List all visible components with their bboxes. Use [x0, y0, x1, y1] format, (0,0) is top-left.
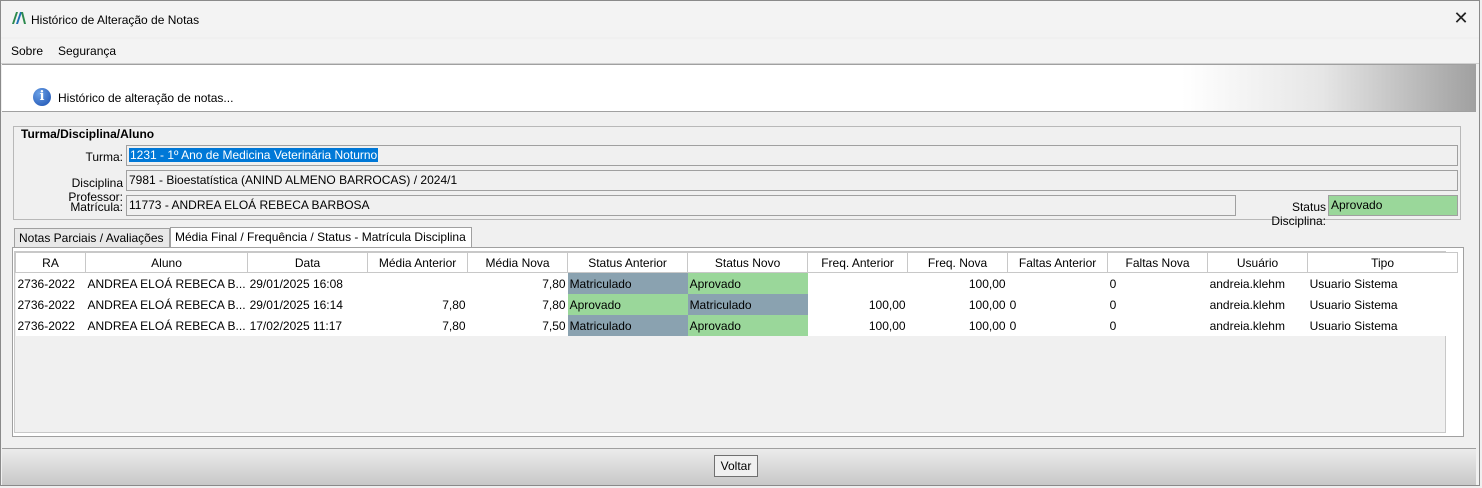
table-header-row: RA Aluno Data Média Anterior Média Nova … — [15, 252, 1459, 273]
cell-freq-nova: 100,00 — [907, 294, 1008, 315]
cell-media-anterior: 7,80 — [367, 294, 468, 315]
cell-media-anterior — [367, 272, 468, 294]
cell-freq-anterior: 100,00 — [807, 294, 908, 315]
disciplina-value: 7981 - Bioestatística (ANIND ALMENO BARR… — [129, 173, 458, 187]
status-disciplina-value: Aprovado — [1331, 198, 1383, 212]
cell-tipo: Usuario Sistema — [1307, 294, 1458, 315]
status-disciplina-label: Status Disciplina: — [1271, 200, 1326, 228]
title-bar: Histórico de Alteração de Notas ✕ — [1, 1, 1479, 37]
col-usuario[interactable]: Usuário — [1207, 252, 1309, 273]
cell-status-anterior: Matriculado — [567, 315, 688, 336]
cell-faltas-anterior: 0 — [1007, 315, 1108, 336]
cell-freq-nova: 100,00 — [907, 315, 1008, 336]
voltar-label: Voltar — [720, 459, 752, 473]
col-ra[interactable]: RA — [15, 252, 86, 273]
cell-usuario: andreia.klehm — [1207, 294, 1308, 315]
disciplina-field[interactable]: 7981 - Bioestatística (ANIND ALMENO BARR… — [126, 170, 1458, 191]
cell-faltas-anterior: 0 — [1007, 294, 1108, 315]
cell-faltas-anterior — [1007, 272, 1108, 294]
cell-media-nova: 7,80 — [467, 294, 568, 315]
cell-tipo: Usuario Sistema — [1307, 272, 1458, 294]
menu-sobre[interactable]: Sobre — [11, 44, 43, 58]
cell-usuario: andreia.klehm — [1207, 272, 1308, 294]
cell-aluno: ANDREA ELOÁ REBECA B... — [85, 272, 248, 294]
col-faltas-anterior[interactable]: Faltas Anterior — [1007, 252, 1109, 273]
cell-status-novo: Matriculado — [687, 294, 808, 315]
header-text: Histórico de alteração de notas... — [58, 91, 234, 105]
tab-notas-parciais[interactable]: Notas Parciais / Avaliações — [14, 228, 170, 247]
menu-bar: Sobre Segurança — [1, 39, 1479, 64]
history-table: RA Aluno Data Média Anterior Média Nova … — [15, 252, 1459, 336]
cell-data: 17/02/2025 11:17 — [247, 315, 368, 336]
col-status-anterior[interactable]: Status Anterior — [567, 252, 689, 273]
cell-faltas-nova: 0 — [1107, 272, 1208, 294]
cell-ra: 2736-2022 — [15, 294, 86, 315]
close-icon[interactable]: ✕ — [1451, 9, 1471, 29]
table-row[interactable]: 2736-2022 ANDREA ELOÁ REBECA B... 29/01/… — [15, 272, 1458, 294]
cell-status-anterior: Matriculado — [567, 272, 688, 294]
window-title: Histórico de Alteração de Notas — [31, 13, 200, 27]
cell-ra: 2736-2022 — [15, 315, 86, 336]
turma-label: Turma: — [85, 150, 123, 164]
cell-data: 29/01/2025 16:14 — [247, 294, 368, 315]
cell-media-nova: 7,80 — [467, 272, 568, 294]
col-media-anterior[interactable]: Média Anterior — [367, 252, 469, 273]
col-tipo[interactable]: Tipo — [1307, 252, 1459, 273]
cell-faltas-nova: 0 — [1107, 315, 1208, 336]
col-aluno[interactable]: Aluno — [84, 252, 249, 273]
voltar-button[interactable]: Voltar — [714, 455, 758, 477]
cell-freq-anterior: 100,00 — [807, 315, 908, 336]
turma-field[interactable]: 1231 - 1º Ano de Medicina Veterinária No… — [126, 145, 1458, 166]
col-media-nova[interactable]: Média Nova — [467, 252, 569, 273]
group-legend: Turma/Disciplina/Aluno — [19, 127, 157, 141]
status-disciplina-field[interactable]: Aprovado — [1328, 195, 1458, 216]
cell-tipo: Usuario Sistema — [1307, 315, 1458, 336]
cell-data: 29/01/2025 16:08 — [247, 272, 368, 294]
matricula-label: Matrícula: — [70, 200, 123, 214]
cell-usuario: andreia.klehm — [1207, 315, 1308, 336]
cell-ra: 2736-2022 — [15, 272, 86, 294]
menu-seguranca[interactable]: Segurança — [58, 44, 116, 58]
cell-faltas-nova: 0 — [1107, 294, 1208, 315]
col-faltas-nova[interactable]: Faltas Nova — [1107, 252, 1209, 273]
col-freq-anterior[interactable]: Freq. Anterior — [807, 252, 909, 273]
cell-freq-nova: 100,00 — [907, 272, 1008, 294]
col-data[interactable]: Data — [247, 252, 369, 273]
tab-media-final[interactable]: Média Final / Frequência / Status - Matr… — [170, 227, 472, 248]
cell-aluno: ANDREA ELOÁ REBECA B... — [85, 315, 248, 336]
matricula-value: 11773 - ANDREA ELOÁ REBECA BARBOSA — [129, 198, 370, 212]
table-row[interactable]: 2736-2022 ANDREA ELOÁ REBECA B... 17/02/… — [15, 315, 1458, 336]
cell-media-anterior: 7,80 — [367, 315, 468, 336]
info-icon: i — [33, 88, 51, 106]
header-panel: i Histórico de alteração de notas... — [2, 64, 1476, 112]
matricula-field[interactable]: 11773 - ANDREA ELOÁ REBECA BARBOSA — [126, 195, 1236, 216]
cell-freq-anterior — [807, 272, 908, 294]
cell-status-anterior: Aprovado — [567, 294, 688, 315]
table-row[interactable]: 2736-2022 ANDREA ELOÁ REBECA B... 29/01/… — [15, 294, 1458, 315]
col-freq-nova[interactable]: Freq. Nova — [907, 252, 1009, 273]
col-status-novo[interactable]: Status Novo — [687, 252, 809, 273]
app-logo-icon — [12, 12, 26, 24]
cell-aluno: ANDREA ELOÁ REBECA B... — [85, 294, 248, 315]
cell-status-novo: Aprovado — [687, 272, 808, 294]
cell-status-novo: Aprovado — [687, 315, 808, 336]
cell-media-nova: 7,50 — [467, 315, 568, 336]
turma-value: 1231 - 1º Ano de Medicina Veterinária No… — [129, 148, 379, 162]
